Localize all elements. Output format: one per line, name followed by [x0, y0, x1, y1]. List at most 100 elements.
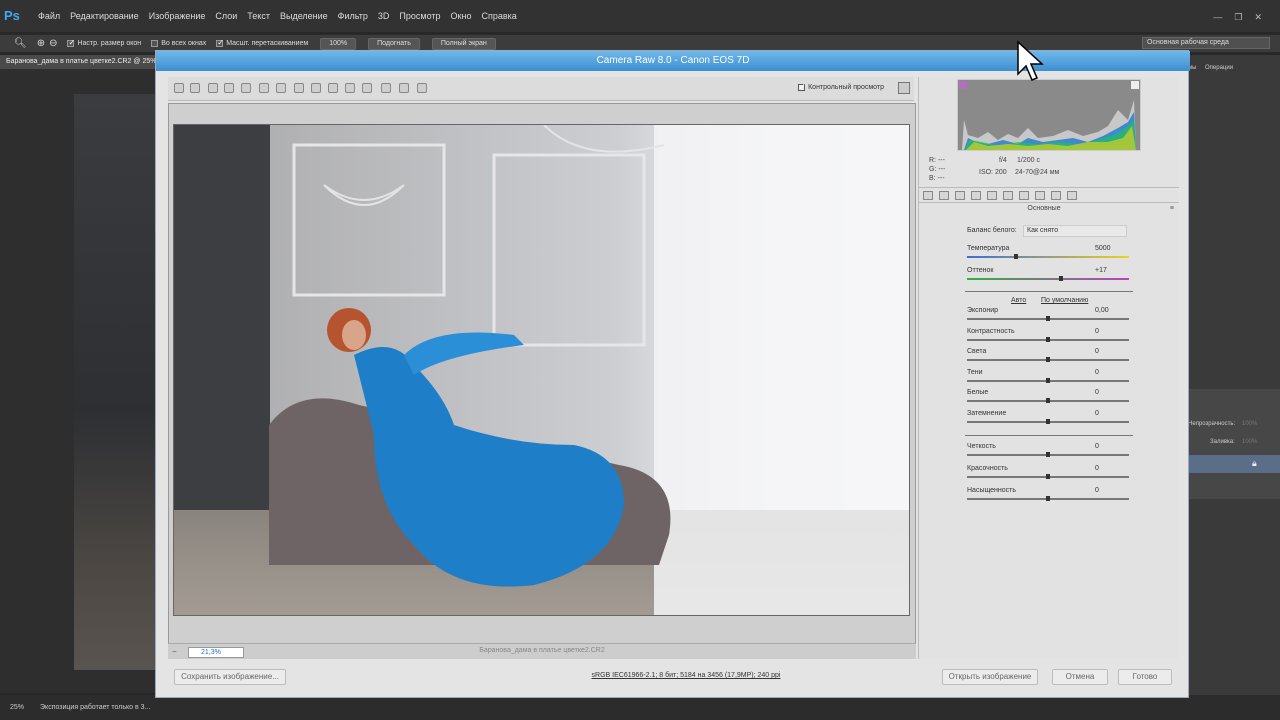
scrubby-zoom-option[interactable]: Масшт. перетаскиванием	[216, 38, 308, 47]
zoom-tool-icon[interactable]: 🔍︎	[14, 38, 27, 49]
menu-window[interactable]: Окно	[451, 11, 472, 21]
photo-preview[interactable]	[173, 124, 910, 616]
slider-value[interactable]: 0,00	[1095, 307, 1121, 314]
slider-knob[interactable]	[1058, 276, 1063, 281]
color-sampler-icon[interactable]	[224, 83, 234, 93]
tint-slider[interactable]: Оттенок +17	[967, 267, 1129, 287]
slider-value[interactable]: 0	[1095, 487, 1121, 494]
brush-icon[interactable]	[328, 83, 338, 93]
panel-tab-actions[interactable]: Операции	[1205, 65, 1233, 71]
checkbox-icon[interactable]	[67, 38, 75, 47]
slider-sliders2-1[interactable]: Красочность 0	[967, 465, 1129, 485]
tab-effects-icon[interactable]	[1019, 191, 1029, 200]
slider-value[interactable]: 0	[1095, 389, 1121, 396]
red-eye-icon[interactable]	[311, 83, 321, 93]
tab-hsl-icon[interactable]	[971, 191, 981, 200]
slider-sliders-1[interactable]: Контрастность 0	[967, 328, 1129, 348]
white-balance-select[interactable]: Как снято	[1023, 225, 1127, 237]
fill-screen-button[interactable]: Полный экран	[431, 37, 496, 50]
status-zoom[interactable]: 25%	[10, 704, 24, 711]
slider-knob[interactable]	[1046, 377, 1050, 383]
slider-sliders-3[interactable]: Тени 0	[967, 369, 1129, 389]
rotate-right-icon[interactable]	[417, 83, 427, 93]
auto-link[interactable]: Авто	[1011, 297, 1026, 304]
close-icon[interactable]: ✕	[1254, 12, 1262, 23]
targeted-adjustment-icon[interactable]	[241, 83, 251, 93]
temperature-value[interactable]: 5000	[1095, 245, 1121, 252]
checkbox-icon[interactable]	[151, 40, 159, 47]
preview-checkbox[interactable]: Контрольный просмотр	[798, 82, 884, 91]
minimize-icon[interactable]: —	[1213, 12, 1222, 23]
restore-icon[interactable]: ❐	[1234, 12, 1242, 23]
straighten-icon[interactable]	[276, 83, 286, 93]
temperature-slider[interactable]: Температура 5000	[967, 245, 1129, 265]
checkbox-icon[interactable]	[798, 82, 806, 91]
slider-sliders-5[interactable]: Затемнение 0	[967, 410, 1129, 430]
slider-value[interactable]: 0	[1095, 369, 1121, 376]
document-tab[interactable]: Баранова_дама в платье цветке2.CR2 @ 25%	[0, 55, 160, 69]
tab-presets-icon[interactable]	[1051, 191, 1061, 200]
tab-split-toning-icon[interactable]	[987, 191, 997, 200]
zoom-icon[interactable]	[174, 83, 184, 93]
checkbox-icon[interactable]	[216, 38, 224, 47]
menu-help[interactable]: Справка	[481, 11, 516, 21]
actual-pixels-button[interactable]: 100%	[320, 37, 357, 50]
slider-value[interactable]: 0	[1095, 410, 1121, 417]
tab-detail-icon[interactable]	[955, 191, 965, 200]
highlight-clipping-icon[interactable]	[1131, 81, 1139, 89]
menu-layers[interactable]: Слои	[215, 11, 237, 21]
slider-value[interactable]: 0	[1095, 348, 1121, 355]
slider-sliders-4[interactable]: Белые 0	[967, 389, 1129, 409]
slider-knob[interactable]	[1046, 357, 1050, 363]
slider-knob[interactable]	[1046, 474, 1050, 479]
cancel-button[interactable]: Отмена	[1052, 669, 1108, 685]
slider-value[interactable]: 0	[1095, 328, 1121, 335]
slider-knob[interactable]	[1014, 254, 1019, 259]
slider-knob[interactable]	[1046, 336, 1050, 342]
done-button[interactable]: Готово	[1118, 669, 1172, 685]
menu-filter[interactable]: Фильтр	[338, 11, 368, 21]
menu-view[interactable]: Просмотр	[399, 11, 440, 21]
graduated-filter-icon[interactable]	[345, 83, 355, 93]
slider-knob[interactable]	[1046, 496, 1050, 501]
layer-row[interactable]: 🔒︎	[1188, 455, 1280, 473]
open-image-button[interactable]: Открыть изображение	[942, 669, 1038, 685]
rotate-left-icon[interactable]	[399, 83, 409, 93]
tab-camera-calibration-icon[interactable]	[1035, 191, 1045, 200]
tab-snapshots-icon[interactable]	[1067, 191, 1077, 200]
fullscreen-icon[interactable]	[898, 82, 910, 94]
menu-image[interactable]: Изображение	[149, 11, 206, 21]
save-image-button[interactable]: Сохранить изображение...	[174, 669, 286, 685]
menu-select[interactable]: Выделение	[280, 11, 328, 21]
panel-menu-icon[interactable]: ≡	[1170, 205, 1174, 212]
crop-icon[interactable]	[259, 83, 269, 93]
menu-3d[interactable]: 3D	[378, 11, 390, 21]
opacity-value[interactable]: 100%	[1242, 421, 1257, 427]
slider-knob[interactable]	[1046, 316, 1050, 321]
preferences-icon[interactable]	[381, 83, 391, 93]
tab-basic-icon[interactable]	[923, 191, 933, 200]
slider-sliders-2[interactable]: Света 0	[967, 348, 1129, 368]
fit-screen-button[interactable]: Подогнать	[368, 37, 420, 50]
menu-edit[interactable]: Редактирование	[70, 11, 139, 21]
workspace-select[interactable]: Основная рабочая среда	[1142, 37, 1270, 49]
slider-sliders2-0[interactable]: Четкость 0	[967, 443, 1129, 463]
hand-icon[interactable]	[190, 83, 200, 93]
tint-value[interactable]: +17	[1095, 267, 1121, 274]
slider-sliders2-2[interactable]: Насыщенность 0	[967, 487, 1129, 507]
default-link[interactable]: По умолчанию	[1041, 297, 1088, 304]
slider-knob[interactable]	[1046, 398, 1050, 404]
white-balance-icon[interactable]	[208, 83, 218, 93]
slider-value[interactable]: 0	[1095, 443, 1121, 450]
fill-value[interactable]: 100%	[1242, 439, 1257, 445]
all-windows-option[interactable]: Во всех окнах	[151, 40, 206, 47]
menu-file[interactable]: Файл	[38, 11, 60, 21]
zoom-out-icon[interactable]: ⊖	[49, 38, 57, 49]
shadow-clipping-icon[interactable]	[959, 81, 967, 89]
zoom-in-icon[interactable]: ⊕	[37, 38, 45, 49]
slider-knob[interactable]	[1046, 452, 1050, 457]
spot-removal-icon[interactable]	[294, 83, 304, 93]
tab-tone-curve-icon[interactable]	[939, 191, 949, 200]
workflow-options-link[interactable]: sRGB IEC61966-2.1; 8 бит; 5184 на 3456 (…	[456, 672, 916, 679]
slider-sliders-0[interactable]: Экспонир 0,00	[967, 307, 1129, 327]
